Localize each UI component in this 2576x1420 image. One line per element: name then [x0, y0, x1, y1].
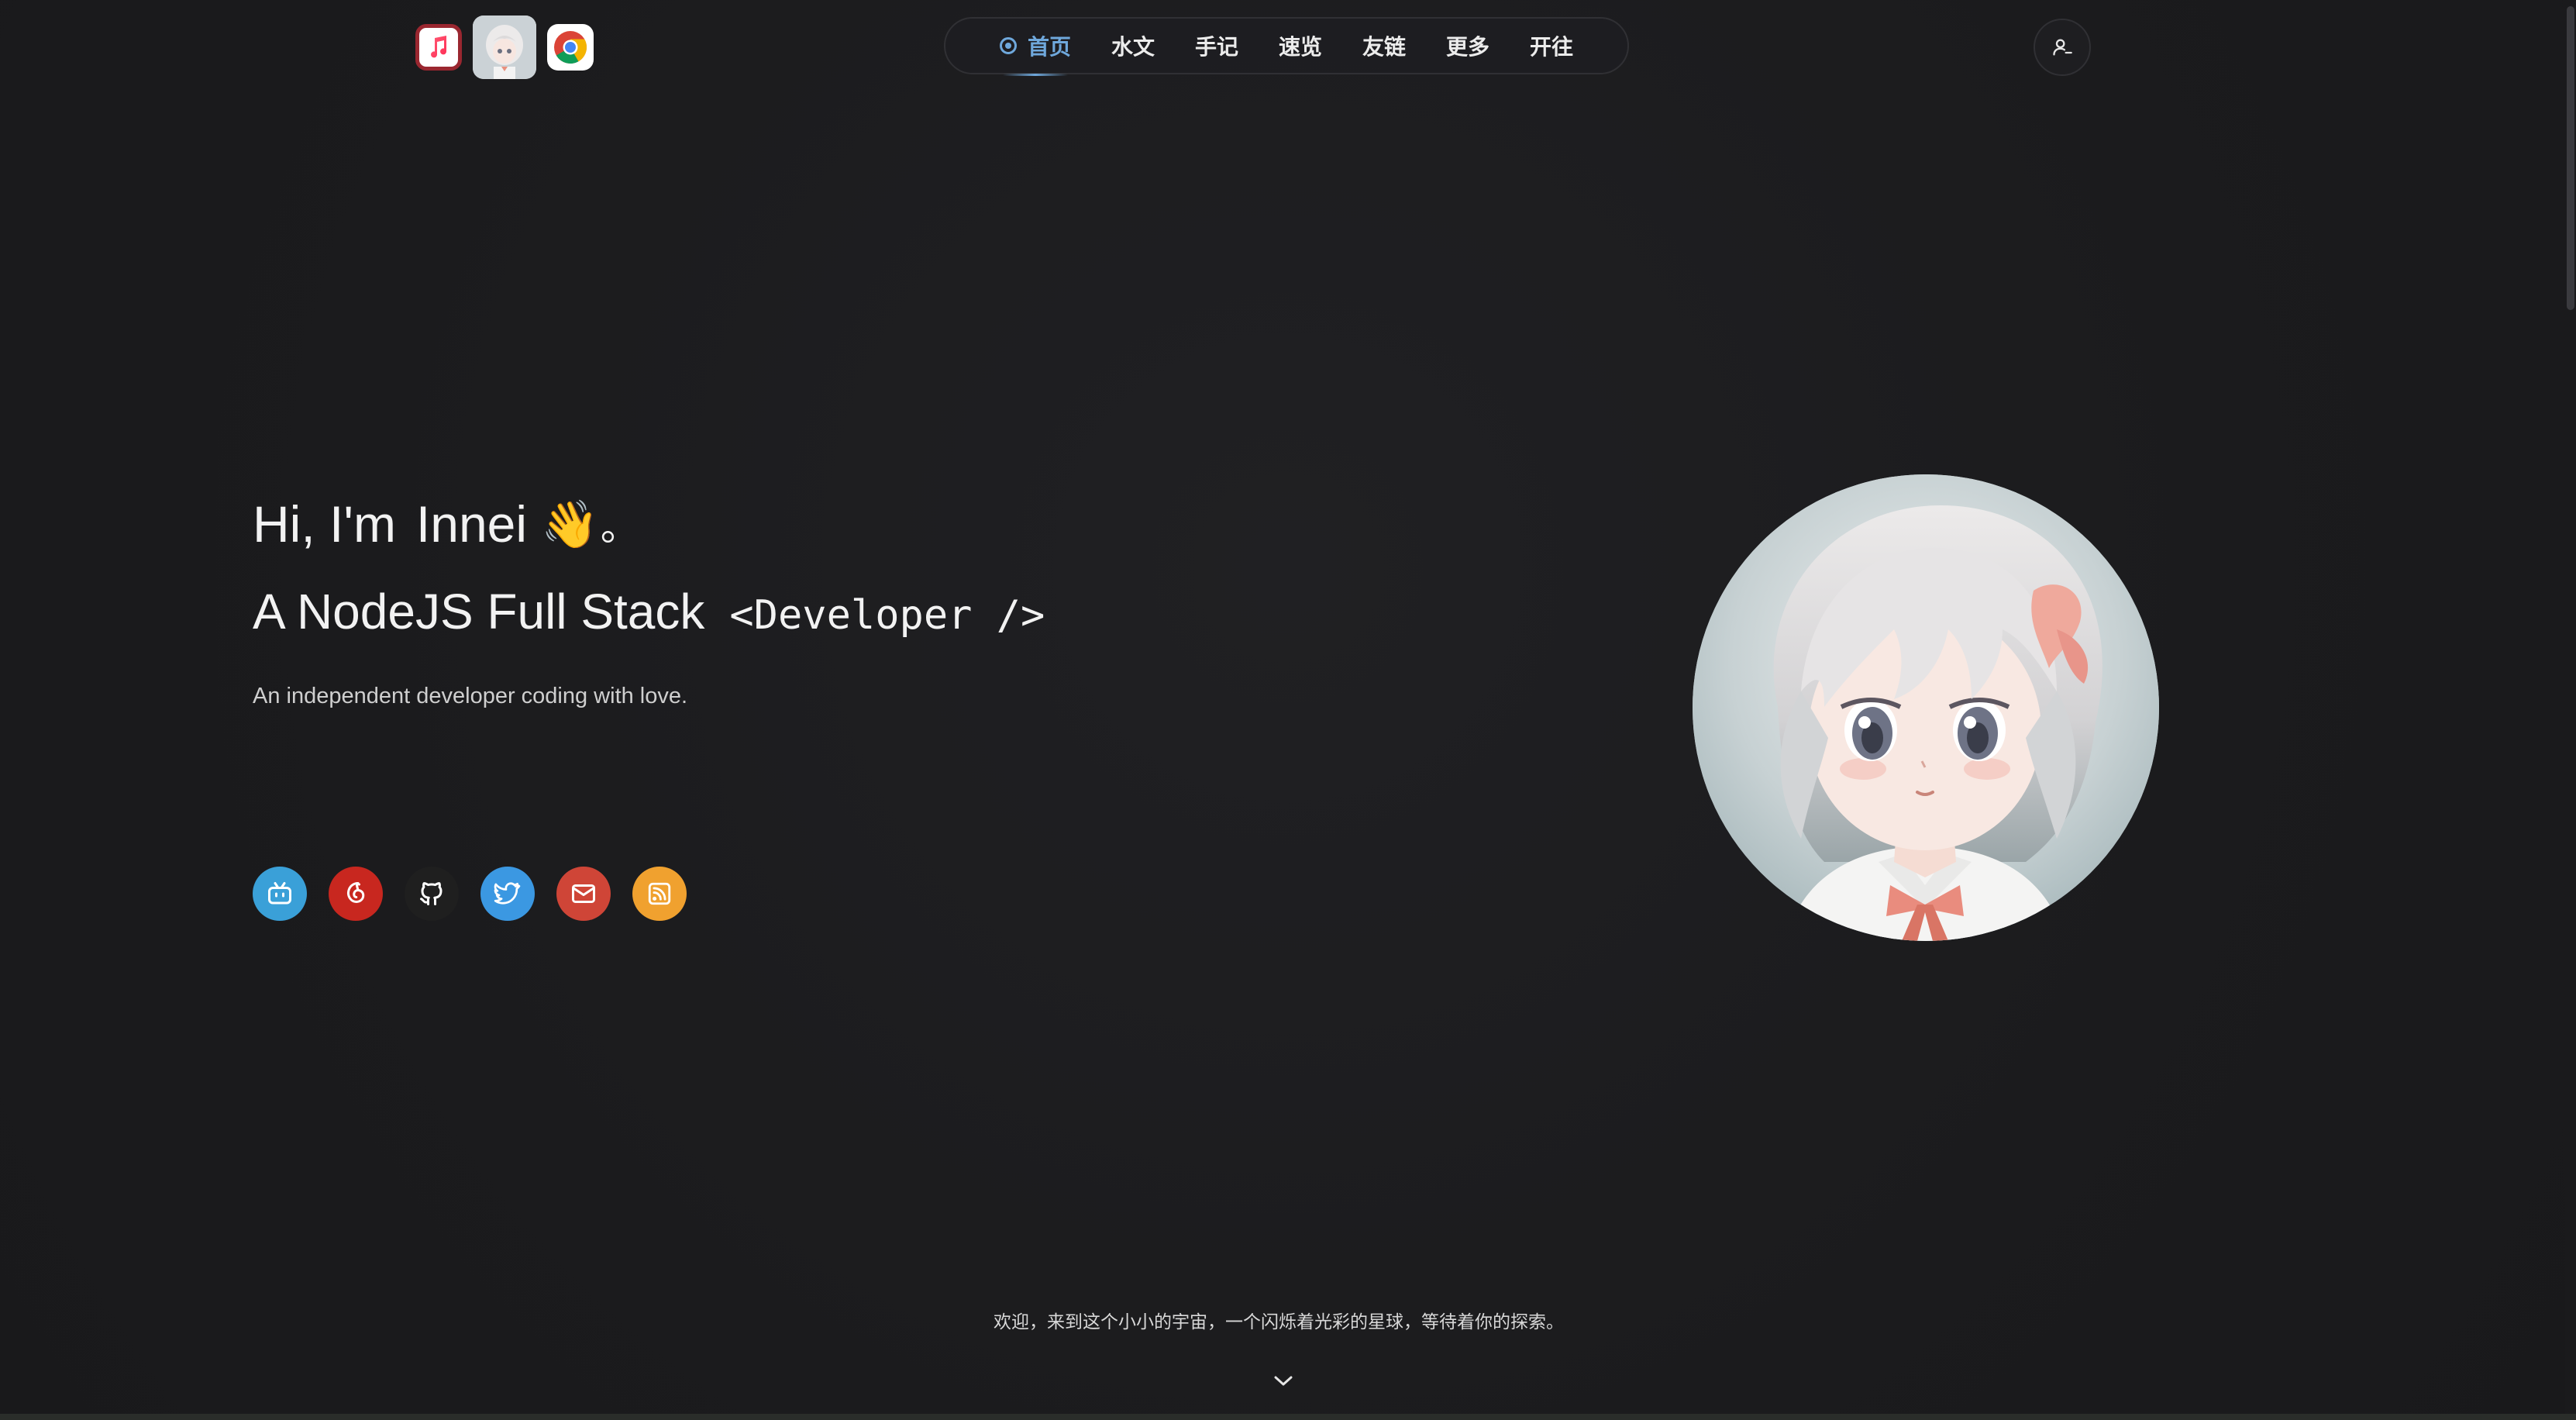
chrome-icon[interactable]	[547, 24, 594, 71]
greeting-period: 。	[600, 505, 639, 549]
app-icons	[415, 16, 594, 79]
hero-subtitle: An independent developer coding with lov…	[253, 684, 688, 708]
nav-item-travelling[interactable]: 开往	[1510, 17, 1593, 74]
author-name: Innei	[415, 495, 528, 553]
nav-item-more[interactable]: 更多	[1426, 17, 1510, 74]
avatar-app-icon[interactable]	[473, 16, 536, 79]
greeting-text: Hi, I'm	[253, 495, 396, 553]
github-button[interactable]	[405, 867, 459, 921]
author-avatar	[1693, 474, 2159, 941]
nav-item-home[interactable]: 首页	[980, 17, 1091, 76]
chevron-down-icon	[1274, 1376, 1293, 1386]
nav-item-posts[interactable]: 水文	[1091, 17, 1175, 74]
nav-item-label: 更多	[1446, 35, 1490, 59]
nav-item-notes[interactable]: 手记	[1175, 17, 1259, 74]
scrollbar-thumb[interactable]	[2567, 6, 2574, 310]
nav-item-label: 首页	[1027, 35, 1071, 59]
github-icon	[420, 882, 443, 905]
role-code: <Developer />	[729, 592, 1045, 639]
social-links	[253, 867, 687, 921]
netease-music-button[interactable]	[329, 867, 383, 921]
header: 首页 水文 手记 速览 友链 更多 开往	[0, 0, 2576, 96]
nav-item-timeline[interactable]: 速览	[1259, 17, 1342, 74]
email-button[interactable]	[556, 867, 611, 921]
role-text: A NodeJS Full Stack	[253, 584, 705, 639]
netease-music-icon	[346, 882, 365, 904]
scroll-down-button[interactable]	[1269, 1369, 1297, 1392]
wave-emoji: 👋	[541, 498, 599, 550]
hero-greeting: Hi, I'm Innei 👋 。	[253, 495, 639, 553]
home-dot-icon	[999, 37, 1017, 54]
hero-role: A NodeJS Full Stack <Developer />	[253, 583, 1045, 640]
email-icon	[572, 884, 595, 903]
nav-item-friends[interactable]: 友链	[1342, 17, 1426, 74]
bottom-strip	[0, 1414, 2576, 1420]
nav-item-label: 水文	[1111, 35, 1155, 59]
nav-item-label: 速览	[1278, 35, 1322, 59]
nav-item-label: 手记	[1194, 35, 1238, 59]
nav-item-label: 开往	[1530, 35, 1574, 59]
music-icon[interactable]	[415, 24, 462, 71]
welcome-text: 欢迎，来到这个小小的宇宙，一个闪烁着光彩的星球，等待着你的探索。	[994, 1311, 1564, 1332]
user-login-button[interactable]	[2034, 19, 2091, 76]
user-login-icon	[2053, 39, 2072, 56]
main-nav: 首页 水文 手记 速览 友链 更多 开往	[944, 17, 1629, 76]
page: 首页 水文 手记 速览 友链 更多 开往 Hi, I'm Innei 👋 。 A…	[0, 0, 2576, 1420]
bilibili-icon	[268, 882, 291, 905]
bilibili-button[interactable]	[253, 867, 307, 921]
twitter-button[interactable]	[480, 867, 535, 921]
nav-item-label: 友链	[1362, 35, 1407, 59]
rss-icon	[648, 882, 671, 905]
rss-button[interactable]	[632, 867, 687, 921]
twitter-icon	[494, 882, 521, 905]
page-scrollbar[interactable]	[2565, 0, 2576, 1420]
